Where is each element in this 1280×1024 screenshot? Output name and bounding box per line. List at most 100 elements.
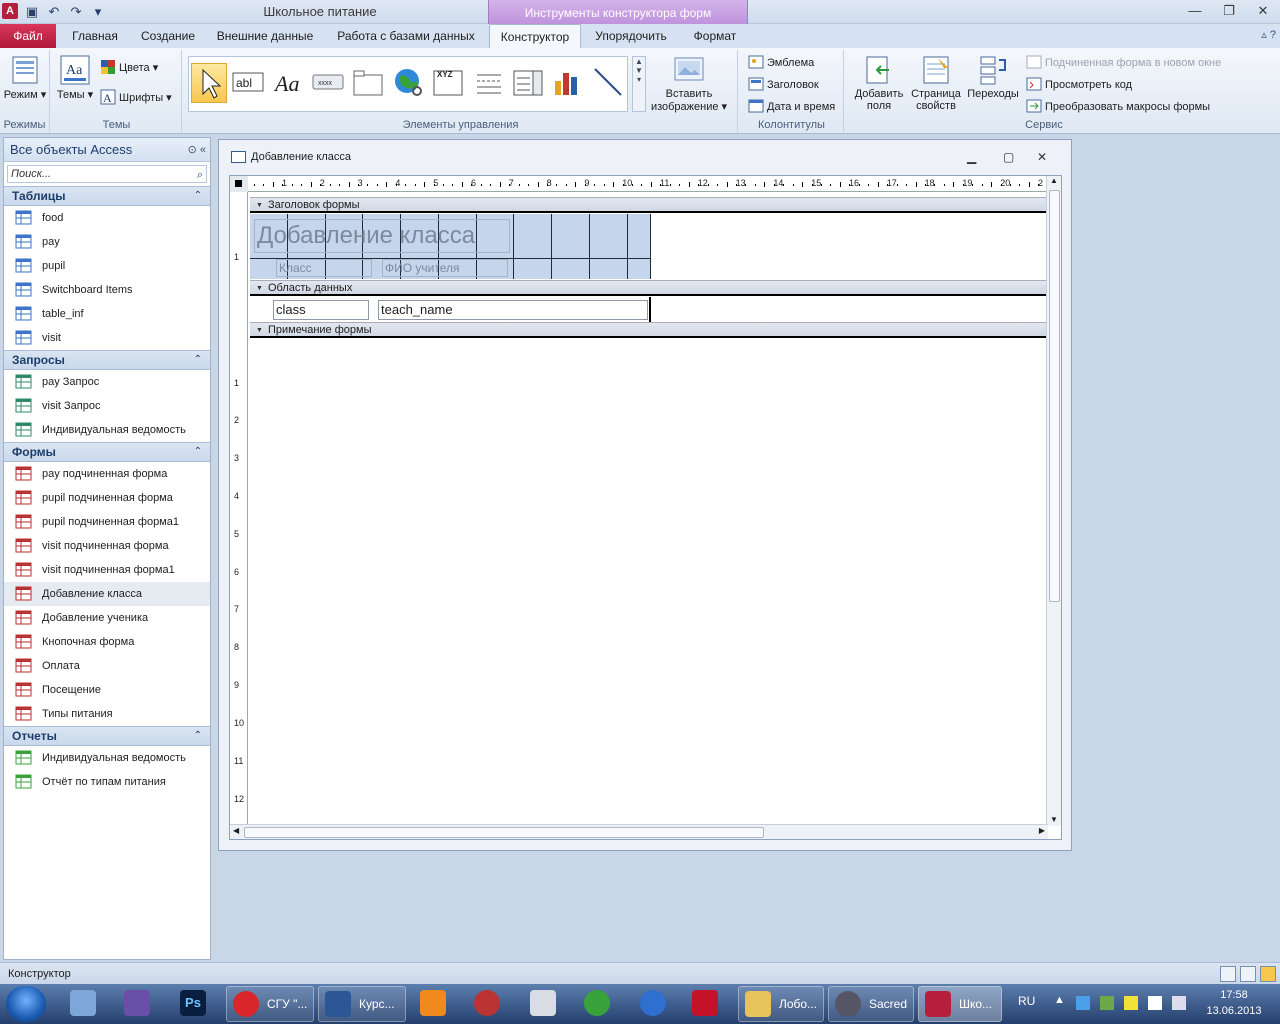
clock-date[interactable]: 13.06.2013 [1200, 1005, 1268, 1017]
tab-control-tool[interactable] [351, 63, 387, 103]
select-tool[interactable] [191, 63, 227, 103]
photoshop-icon[interactable]: Ps [180, 990, 206, 1016]
clock-time[interactable]: 17:58 [1204, 989, 1264, 1001]
nav-item[interactable]: visit [4, 326, 210, 350]
tab-format[interactable]: Формат [684, 24, 746, 48]
nav-item[interactable]: pay [4, 230, 210, 254]
taskbar-sacred[interactable]: Sacred [828, 986, 914, 1022]
nav-item[interactable]: pay подчиненная форма [4, 462, 210, 486]
date-time-button[interactable]: Дата и время [748, 97, 835, 117]
nav-item[interactable]: Индивидуальная ведомость [4, 418, 210, 442]
doc-close-icon[interactable]: ✕ [1037, 150, 1047, 164]
class-field[interactable]: class [273, 300, 369, 320]
teacher-name-field[interactable]: teach_name [378, 300, 648, 320]
gallery-scroll[interactable]: ▲ ▼ ▾ [632, 56, 646, 112]
tab-database-tools[interactable]: Работа с базами данных [330, 24, 482, 48]
virtualbox-icon[interactable] [70, 990, 96, 1016]
taskbar-opera[interactable]: СГУ "... [226, 986, 314, 1022]
view-button[interactable]: Режим ▾ [2, 54, 48, 101]
ruler-corner[interactable] [230, 176, 248, 192]
design-view-icon[interactable] [1260, 966, 1276, 982]
start-button[interactable] [6, 986, 46, 1022]
nav-item[interactable]: table_inf [4, 302, 210, 326]
collapse-chevron-icon[interactable]: ⌃ [194, 351, 202, 369]
customize-qat-icon[interactable]: ▾ [88, 3, 108, 21]
add-fields-button[interactable]: Добавить поля [850, 54, 908, 112]
section-form-footer[interactable]: Примечание формы [250, 322, 1046, 338]
app-icon-9[interactable] [692, 990, 718, 1016]
tab-arrange[interactable]: Упорядочить [584, 24, 678, 48]
taskbar-word[interactable]: Курс... [318, 986, 406, 1022]
class-label[interactable]: Класс [276, 259, 372, 277]
vlc-icon[interactable] [420, 990, 446, 1016]
section-form-header[interactable]: Заголовок формы [250, 197, 1046, 213]
nav-item[interactable]: pay Запрос [4, 370, 210, 394]
colors-button[interactable]: Цвета ▾ [100, 58, 158, 78]
nav-pane-controls[interactable]: ⊙ « [188, 138, 206, 162]
tab-order-button[interactable]: Переходы [964, 54, 1022, 100]
tab-design[interactable]: Конструктор [489, 24, 581, 49]
nav-item[interactable]: visit подчиненная форма [4, 534, 210, 558]
nav-group-header[interactable]: Таблицы ⌃ [4, 186, 210, 206]
nav-group-header[interactable]: Запросы ⌃ [4, 350, 210, 370]
nav-item[interactable]: pupil подчиненная форма1 [4, 510, 210, 534]
vertical-scrollbar[interactable]: ▲ ▼ [1046, 176, 1061, 826]
line-tool[interactable] [591, 63, 627, 103]
button-tool[interactable]: xxxx [311, 63, 347, 103]
save-icon[interactable]: ▣ [22, 3, 42, 21]
form-view-icon[interactable] [1220, 966, 1236, 982]
ribbon-help-controls[interactable]: ▵ ? [1236, 28, 1276, 41]
close-icon[interactable]: ✕ [1246, 0, 1280, 22]
page-break-tool[interactable] [471, 63, 507, 103]
app-icon-5[interactable] [474, 990, 500, 1016]
nav-item[interactable]: Кнопочная форма [4, 630, 210, 654]
tab-home[interactable]: Главная [64, 24, 126, 48]
nav-item[interactable]: Посещение [4, 678, 210, 702]
nav-item[interactable]: visit Запрос [4, 394, 210, 418]
collapse-chevron-icon[interactable]: ⌃ [194, 187, 202, 205]
themes-button[interactable]: Aa Темы ▾ [56, 54, 94, 101]
tray-icon-2[interactable] [1100, 996, 1114, 1010]
logo-button[interactable]: Эмблема [748, 53, 814, 73]
nav-group-header[interactable]: Формы ⌃ [4, 442, 210, 462]
nav-item[interactable]: visit подчиненная форма1 [4, 558, 210, 582]
tray-icon-3[interactable] [1124, 996, 1138, 1010]
nav-item[interactable]: Индивидуальная ведомость [4, 746, 210, 770]
vertical-ruler[interactable]: 1 1 2 3 4 5 6 7 8 9 10 11 12 [230, 192, 248, 828]
language-indicator[interactable]: RU [1018, 994, 1035, 1008]
download-icon[interactable] [584, 990, 610, 1016]
nav-item[interactable]: Добавление ученика [4, 606, 210, 630]
view-code-button[interactable]: Просмотреть код [1026, 75, 1132, 95]
section-detail[interactable]: Область данных [250, 280, 1046, 296]
option-group-tool[interactable]: XYZ [431, 63, 467, 103]
access-app-icon[interactable]: A [2, 3, 18, 19]
nav-item[interactable]: Отчёт по типам питания [4, 770, 210, 794]
tab-file[interactable]: Файл [0, 24, 56, 48]
label-tool[interactable]: Aa [271, 63, 307, 103]
fonts-button[interactable]: A Шрифты ▾ [100, 88, 172, 108]
nav-item[interactable]: pupil [4, 254, 210, 278]
collapse-chevron-icon[interactable]: ⌃ [194, 727, 202, 745]
hyperlink-tool[interactable] [391, 63, 427, 103]
horizontal-scrollbar[interactable]: ◀ ▶ [230, 824, 1048, 839]
insert-image-button[interactable]: Вставить изображение ▾ [646, 54, 732, 113]
search-icon[interactable]: ⌕ [197, 167, 203, 183]
network-icon[interactable] [1172, 996, 1186, 1010]
taskbar-explorer[interactable]: Лобо... [738, 986, 824, 1022]
undo-icon[interactable]: ↶ [44, 3, 64, 21]
textbox-tool[interactable]: abl [231, 63, 267, 103]
calculator-icon[interactable] [530, 990, 556, 1016]
tray-icon-1[interactable] [1076, 996, 1090, 1010]
nav-search-input[interactable]: Поиск... ⌕ [7, 165, 207, 183]
tray-expand-icon[interactable]: ▲ [1054, 994, 1065, 1006]
nav-item[interactable]: Добавление класса [4, 582, 210, 606]
tray-icon-4[interactable] [1148, 996, 1162, 1010]
doc-restore-icon[interactable]: ▢ [1003, 150, 1014, 164]
nav-pane-header[interactable]: Все объекты Access ⊙ « [4, 138, 210, 162]
tab-create[interactable]: Создание [134, 24, 202, 48]
tab-external-data[interactable]: Внешние данные [212, 24, 318, 48]
minimize-icon[interactable]: — [1178, 0, 1212, 22]
combo-box-tool[interactable] [511, 63, 547, 103]
nav-item[interactable]: Типы питания [4, 702, 210, 726]
nav-group-header[interactable]: Отчеты ⌃ [4, 726, 210, 746]
